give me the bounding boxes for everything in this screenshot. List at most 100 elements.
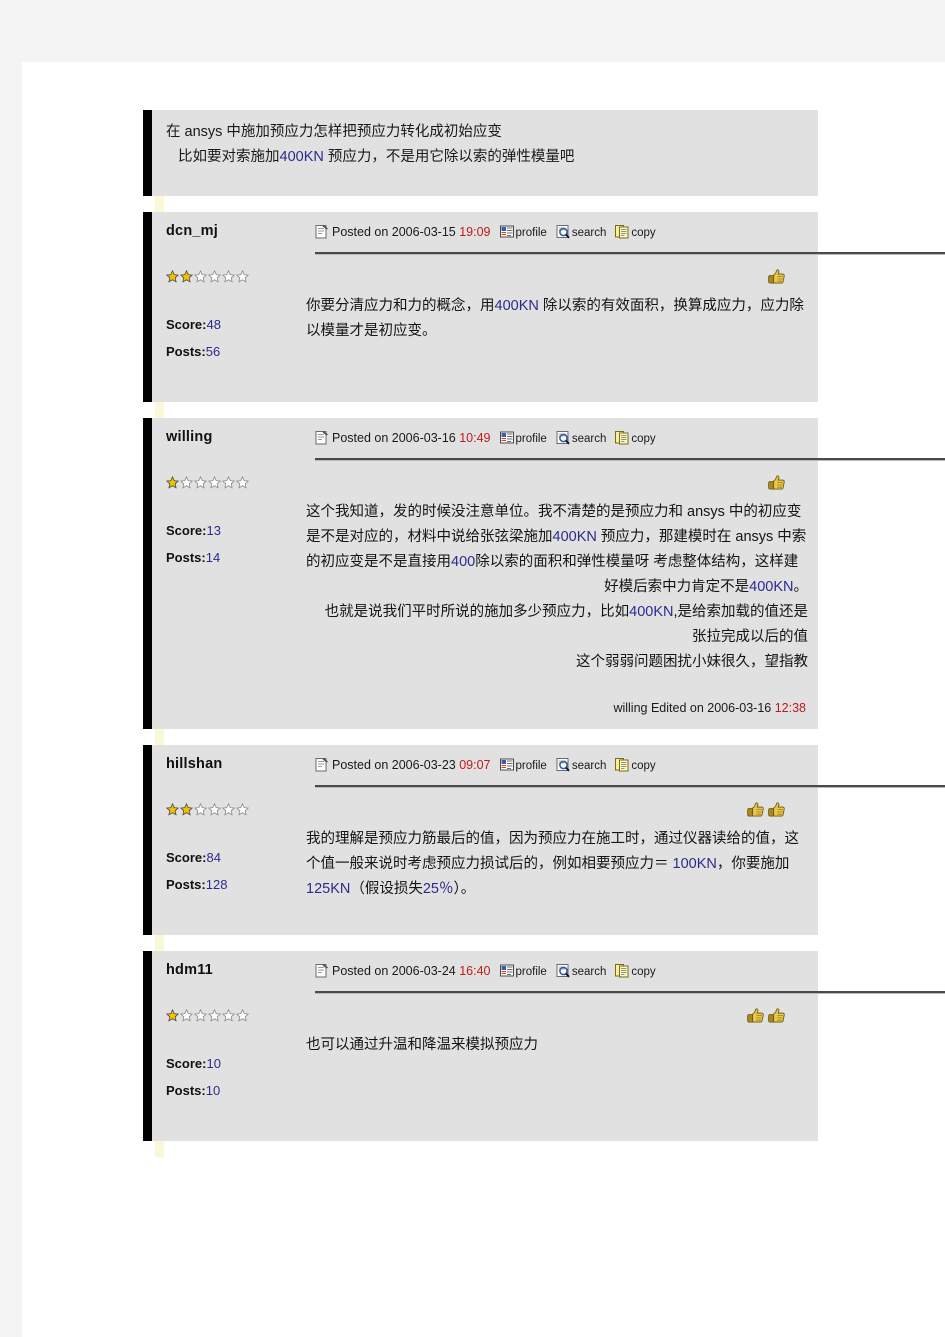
- search-link-label: search: [571, 433, 607, 445]
- post-content: 我的理解是预应力筋最后的值，因为预应力在施工时，通过仪器读给的值，这 个值一般来说…: [306, 787, 818, 921]
- document-page: 在 ansys 中施加预应力怎样把预应力转化成初始应变 比如要对索施加400KN…: [22, 62, 945, 1337]
- block-gap: [143, 402, 945, 418]
- copy-link[interactable]: copy: [615, 963, 656, 978]
- star-filled-icon: [166, 270, 179, 283]
- gap-marker: [155, 1141, 164, 1157]
- copy-icon: [615, 757, 629, 772]
- question-panel: 在 ansys 中施加预应力怎样把预应力转化成初始应变 比如要对索施加400KN…: [143, 110, 818, 196]
- profile-icon: [500, 224, 514, 239]
- posts-value: 14: [205, 550, 221, 565]
- note-icon: [315, 224, 329, 239]
- posts-value: 56: [205, 344, 221, 359]
- post-text-line: 好模后索中力肯定不是400KN。: [604, 579, 808, 595]
- post-text-line: 这个弱弱问题困扰小妹很久，望指教: [576, 654, 808, 670]
- search-icon: [556, 224, 570, 239]
- profile-link[interactable]: profile: [500, 757, 547, 772]
- post-text-line: 是不是对应的，材料中说给张弦梁施加400KN 预应力，那建模时在 ansys 中…: [306, 529, 807, 545]
- posts-label: Posts:: [166, 550, 206, 565]
- post: hillshan Posted on 2006-03-23 09:07 profil…: [143, 745, 945, 935]
- post-text-line: 这个我知道，发的时候没注意单位。我不清楚的是预应力和 ansys 中的初应变: [306, 504, 802, 520]
- star-empty-icon: [236, 476, 249, 489]
- star-empty-icon: [236, 270, 249, 283]
- posts-stat: Posts:56: [166, 344, 306, 359]
- search-link[interactable]: search: [556, 757, 606, 772]
- profile-link[interactable]: profile: [500, 224, 547, 239]
- post-author[interactable]: hillshan: [166, 756, 222, 772]
- note-icon: [315, 430, 329, 445]
- star-empty-icon: [180, 1009, 193, 1022]
- posts-label: Posts:: [166, 1083, 206, 1098]
- thumbs-up-group[interactable]: [306, 268, 808, 288]
- score-label: Score:: [166, 523, 207, 538]
- thread-content: 在 ansys 中施加预应力怎样把预应力转化成初始应变 比如要对索施加400KN…: [143, 110, 945, 1157]
- post-text-line: 你要分清应力和力的概念，用400KN 除以索的有效面积，换算成应力，应力除: [306, 298, 804, 314]
- posts-value: 10: [205, 1083, 221, 1098]
- post-text-line: 也可以通过升温和降温来模拟预应力: [306, 1037, 538, 1053]
- copy-link[interactable]: copy: [615, 430, 656, 445]
- post-author[interactable]: willing: [166, 429, 213, 445]
- copy-link[interactable]: copy: [615, 757, 656, 772]
- post-meta: Posted on 2006-03-24 16:40 profile search c…: [315, 963, 656, 978]
- note-icon: [315, 757, 329, 772]
- profile-link[interactable]: profile: [500, 963, 547, 978]
- search-link[interactable]: search: [556, 963, 606, 978]
- star-empty-icon: [208, 270, 221, 283]
- post-content: 也可以通过升温和降温来模拟预应力: [306, 993, 818, 1127]
- thumbs-up-group[interactable]: [306, 1007, 808, 1027]
- post-panel: dcn_mj Posted on 2006-03-15 19:09 profile s…: [143, 212, 945, 402]
- post-date: 2006-03-15: [391, 225, 456, 239]
- search-link-label: search: [571, 227, 607, 239]
- thumbs-up-group[interactable]: [306, 474, 808, 494]
- block-gap: [143, 729, 945, 745]
- thumbs-up-icon: [767, 474, 786, 491]
- gap-marker: [155, 729, 164, 745]
- score-stat: Score:13: [166, 523, 306, 538]
- star-empty-icon: [194, 1009, 207, 1022]
- edited-on-label: Edited on: [650, 701, 704, 715]
- block-gap: [143, 1141, 945, 1157]
- edited-user: willing: [613, 701, 648, 715]
- score-label: Score:: [166, 850, 207, 865]
- post-time: 10:49: [459, 431, 491, 445]
- search-link[interactable]: search: [556, 224, 607, 239]
- star-empty-icon: [208, 803, 221, 816]
- copy-link-label: copy: [631, 227, 656, 239]
- copy-icon: [615, 430, 629, 445]
- star-empty-icon: [194, 270, 207, 283]
- post: willing Posted on 2006-03-16 10:49 profile…: [143, 418, 945, 729]
- post-panel: hillshan Posted on 2006-03-23 09:07 profil…: [143, 745, 945, 935]
- star-filled-icon: [166, 803, 179, 816]
- thumbs-up-icon: [767, 801, 786, 818]
- edited-time: 12:38: [774, 701, 806, 715]
- star-empty-icon: [222, 1009, 235, 1022]
- post-author-sidebar: Score:84 Posts:128: [152, 787, 306, 921]
- post-date: 2006-03-16: [391, 431, 456, 445]
- star-empty-icon: [222, 270, 235, 283]
- star-empty-icon: [222, 803, 235, 816]
- thumbs-up-group[interactable]: [306, 801, 808, 821]
- search-link[interactable]: search: [556, 430, 607, 445]
- post-author[interactable]: hdm11: [166, 962, 213, 978]
- profile-icon: [500, 430, 514, 445]
- star-empty-icon: [236, 803, 249, 816]
- post-date: 2006-03-23: [391, 758, 456, 772]
- rating-stars: [166, 476, 306, 489]
- thread-question-block: 在 ansys 中施加预应力怎样把预应力转化成初始应变 比如要对索施加400KN…: [143, 110, 945, 196]
- star-empty-icon: [236, 1009, 249, 1022]
- thumbs-up-icon: [767, 1007, 786, 1024]
- rating-stars: [166, 803, 306, 816]
- copy-link-label: copy: [631, 760, 656, 772]
- post-content: 你要分清应力和力的概念，用400KN 除以索的有效面积，换算成应力，应力除 以模量…: [306, 254, 818, 388]
- post-panel: hdm11 Posted on 2006-03-24 16:40 profile se…: [143, 951, 945, 1141]
- post-header: willing Posted on 2006-03-16 10:49 profile…: [152, 418, 945, 461]
- post-text-line: 125KN（假设损失25％）。: [306, 881, 476, 897]
- score-stat: Score:48: [166, 317, 306, 332]
- star-empty-icon: [222, 476, 235, 489]
- post-author[interactable]: dcn_mj: [166, 223, 218, 239]
- profile-link-label: profile: [515, 760, 547, 772]
- copy-link[interactable]: copy: [615, 224, 656, 239]
- post-author-sidebar: Score:10 Posts:10: [152, 993, 306, 1127]
- profile-link[interactable]: profile: [500, 430, 547, 445]
- thumbs-up-icon: [746, 801, 765, 818]
- gap-marker: [155, 196, 164, 212]
